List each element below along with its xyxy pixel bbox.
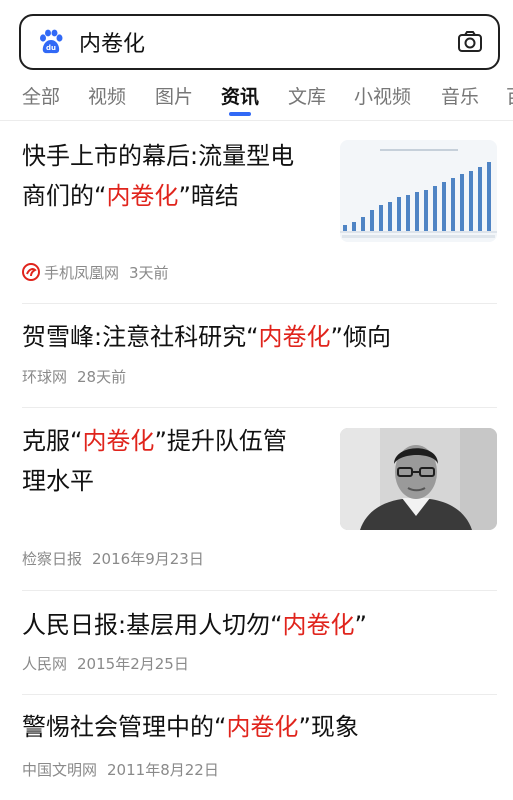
title-highlight: 内卷化 (282, 611, 355, 639)
category-tabs: 全部 视频 图片 资讯 文库 小视频 音乐 百 (0, 78, 513, 118)
tab-news[interactable]: 资讯 (221, 82, 259, 109)
result-title[interactable]: 贺雪峰:注意社科研究“内卷化”倾向 (22, 317, 391, 357)
result-source: 人民网 (22, 655, 68, 673)
result-meta: 中国文明网 2011年8月22日 (22, 759, 229, 780)
news-result-3[interactable]: 克服“内卷化”提升队伍管 理水平 检察日报 2016年9月23日 (22, 408, 497, 591)
news-result-2[interactable]: 贺雪峰:注意社科研究“内卷化”倾向 环球网 28天前 (22, 304, 497, 408)
title-text: 理水平 (22, 467, 94, 495)
result-meta: 检察日报 2016年9月23日 (22, 548, 214, 569)
title-text: 人民日报:基层用人切勿“ (22, 611, 283, 639)
search-input[interactable]: 内卷化 (79, 26, 456, 58)
title-text: ” (354, 611, 367, 639)
svg-text:du: du (46, 44, 56, 52)
result-time: 28天前 (77, 368, 127, 386)
title-text: ”暗结 (178, 182, 239, 210)
tab-images[interactable]: 图片 (155, 82, 193, 109)
title-highlight: 内卷化 (226, 713, 299, 741)
title-text: 快手上市的幕后:流量型电 (22, 142, 295, 170)
result-source: 中国文明网 (22, 761, 98, 779)
result-meta: 人民网 2015年2月25日 (22, 653, 199, 674)
title-text: ”倾向 (330, 323, 391, 351)
result-title[interactable]: 克服“内卷化”提升队伍管 理水平 (22, 421, 340, 501)
tab-more[interactable]: 百 (506, 82, 513, 109)
active-tab-indicator (229, 112, 251, 116)
result-time: 2016年9月23日 (92, 550, 204, 568)
tab-video[interactable]: 视频 (88, 82, 126, 109)
result-time: 2015年2月25日 (77, 655, 189, 673)
result-meta: 环球网 28天前 (22, 366, 136, 387)
title-text: 贺雪峰:注意社科研究“ (22, 323, 259, 351)
result-source: 手机凤凰网 (44, 264, 120, 282)
tab-all[interactable]: 全部 (22, 82, 60, 109)
camera-icon[interactable] (456, 28, 484, 56)
title-text: 商们的“ (22, 182, 107, 210)
portrait-photo-thumbnail[interactable] (340, 428, 497, 530)
result-title[interactable]: 快手上市的幕后:流量型电 商们的“内卷化”暗结 (22, 136, 340, 216)
result-title[interactable]: 警惕社会管理中的“内卷化”现象 (22, 707, 359, 747)
result-source: 检察日报 (22, 550, 83, 568)
ifeng-logo-icon (22, 263, 40, 281)
result-time: 3天前 (129, 264, 169, 282)
result-source: 环球网 (22, 368, 68, 386)
title-highlight: 内卷化 (258, 323, 331, 351)
title-text: 克服“ (22, 427, 83, 455)
result-title[interactable]: 人民日报:基层用人切勿“内卷化” (22, 605, 367, 645)
title-text: ”提升队伍管 (154, 427, 287, 455)
title-text: ”现象 (298, 713, 359, 741)
tab-short-video[interactable]: 小视频 (354, 82, 411, 109)
result-meta: 手机凤凰网 3天前 (22, 262, 179, 283)
news-result-1[interactable]: 快手上市的幕后:流量型电 商们的“内卷化”暗结 手机凤凰网 3天前 (22, 120, 497, 305)
title-text: 警惕社会管理中的“ (22, 713, 227, 741)
search-bar[interactable]: du 内卷化 (19, 14, 500, 70)
tab-wenku[interactable]: 文库 (288, 82, 326, 109)
title-highlight: 内卷化 (106, 182, 179, 210)
news-result-5[interactable]: 警惕社会管理中的“内卷化”现象 中国文明网 2011年8月22日 (22, 695, 497, 799)
baidu-paw-logo: du (40, 29, 63, 54)
result-time: 2011年8月22日 (107, 761, 219, 779)
news-result-4[interactable]: 人民日报:基层用人切勿“内卷化” 人民网 2015年2月25日 (22, 591, 497, 695)
bar-chart-thumbnail[interactable] (340, 140, 497, 242)
tab-music[interactable]: 音乐 (441, 82, 479, 109)
title-highlight: 内卷化 (82, 427, 155, 455)
